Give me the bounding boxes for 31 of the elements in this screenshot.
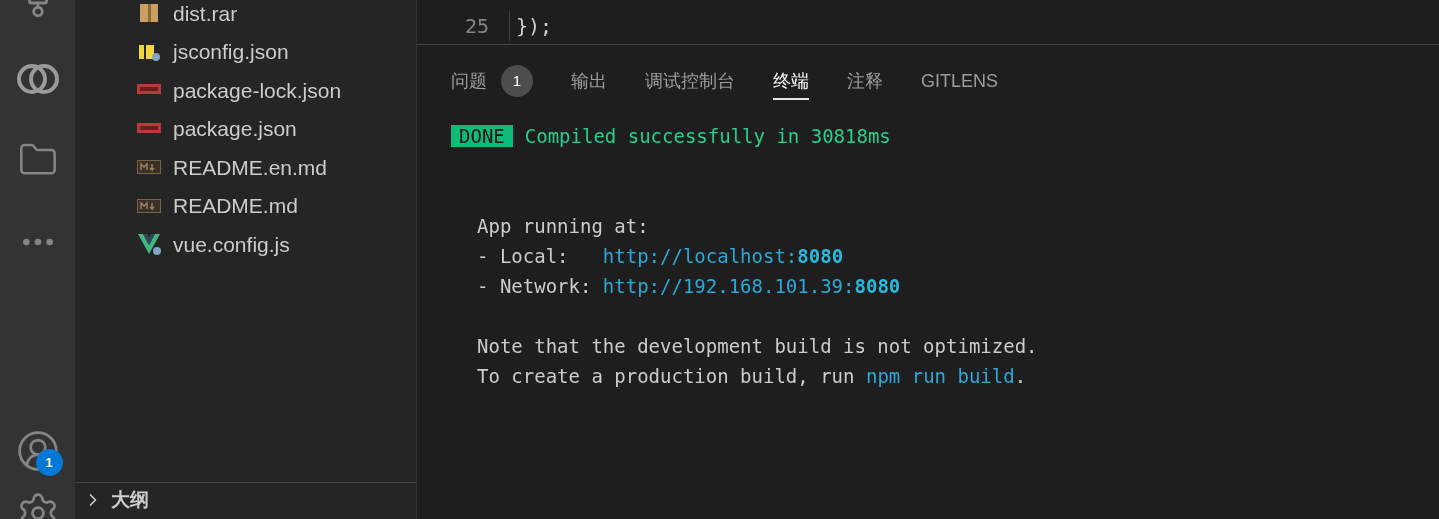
terminal-line: - Local: http://localhost:8080 bbox=[477, 244, 845, 269]
terminal-line: App running at: bbox=[477, 214, 650, 239]
file-item[interactable]: package-lock.json bbox=[135, 71, 416, 110]
panel-tab[interactable]: 输出 bbox=[571, 64, 607, 100]
outline-section-header[interactable]: 大纲 bbox=[75, 482, 416, 517]
npm-icon bbox=[137, 122, 161, 135]
panel-tab[interactable]: 问题 1 bbox=[451, 64, 533, 100]
panel-tab[interactable]: 终端 bbox=[773, 64, 809, 100]
file-item[interactable]: dist.rar bbox=[135, 0, 416, 33]
panel-tab[interactable]: 注释 bbox=[847, 64, 883, 100]
archive-icon bbox=[138, 2, 160, 25]
remote-icon[interactable] bbox=[15, 62, 60, 96]
notification-badge: 1 bbox=[35, 449, 63, 476]
file-item[interactable]: README.md bbox=[135, 186, 416, 225]
vue-icon bbox=[137, 232, 161, 257]
markdown-icon bbox=[137, 198, 161, 213]
terminal-line: DONE Compiled successfully in 30818ms bbox=[451, 121, 1439, 151]
file-item[interactable]: jsconfig.json bbox=[135, 32, 416, 71]
line-number: 25 bbox=[463, 13, 490, 40]
markdown-icon bbox=[137, 160, 161, 175]
file-item[interactable]: README.en.md bbox=[135, 148, 416, 187]
panel-tab[interactable]: 调试控制台 bbox=[645, 64, 735, 100]
terminal-line: - Network: http://192.168.101.39:8080 bbox=[477, 274, 902, 299]
terminal-line: Note that the development build is not optimized. bbox=[477, 334, 1039, 359]
terminal-line: To create a production build, run npm run build. bbox=[477, 364, 1028, 389]
count-badge: 1 bbox=[501, 65, 533, 97]
panel-tab[interactable]: GITLENS bbox=[921, 64, 999, 100]
file-item[interactable]: vue.config.js bbox=[135, 225, 416, 264]
file-item[interactable]: package.json bbox=[135, 109, 416, 148]
code-line: }); bbox=[509, 11, 553, 41]
npm-icon bbox=[137, 84, 161, 97]
